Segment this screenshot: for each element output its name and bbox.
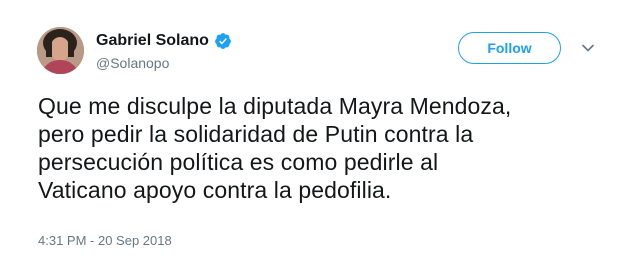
- user-handle[interactable]: @Solanopo: [96, 55, 169, 71]
- avatar[interactable]: [37, 27, 84, 74]
- chevron-down-icon[interactable]: [581, 41, 595, 55]
- tweet-text: Que me disculpe la diputada Mayra Mendoz…: [38, 92, 598, 204]
- follow-button[interactable]: Follow: [458, 32, 561, 64]
- verified-badge-icon: [214, 32, 232, 50]
- display-name-text[interactable]: Gabriel Solano: [96, 32, 209, 50]
- tweet-text-line: pero pedir la solidaridad de Putin contr…: [38, 121, 474, 147]
- tweet-timestamp[interactable]: 4:31 PM - 20 Sep 2018: [38, 233, 172, 248]
- tweet-text-line: persecución política es como pedirle al: [38, 149, 439, 175]
- tweet-card: Gabriel Solano @Solanopo Follow Que me d…: [0, 0, 620, 257]
- tweet-text-line: Vaticano apoyo contra la pedofilia.: [38, 177, 392, 203]
- display-name[interactable]: Gabriel Solano: [96, 32, 232, 50]
- tweet-text-line: Que me disculpe la diputada Mayra Mendoz…: [38, 93, 512, 119]
